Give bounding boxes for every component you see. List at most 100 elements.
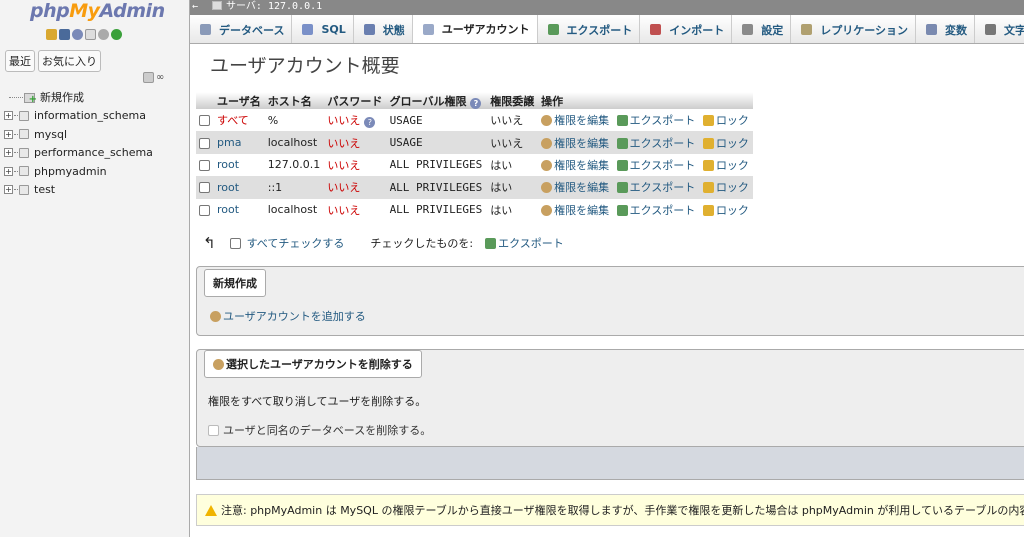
expand-icon[interactable]: + (4, 111, 13, 121)
with-selected-export-link[interactable]: エクスポート (498, 235, 564, 251)
tree-db-item[interactable]: + test (4, 181, 153, 200)
expand-icon[interactable]: + (4, 166, 13, 176)
user-name[interactable]: root (217, 203, 239, 216)
check-all-checkbox[interactable] (229, 237, 241, 249)
check-all-link[interactable]: すべてチェックする (247, 235, 345, 251)
server-breadcrumb: ← サーバ: 127.0.0.1 (190, 0, 1024, 15)
tree-db-item[interactable]: + phpmyadmin (4, 162, 153, 181)
lock-link[interactable]: ロック (716, 137, 749, 150)
row-checkbox[interactable] (199, 159, 210, 171)
database-icon (19, 184, 29, 195)
edit-privileges-link[interactable]: 権限を編集 (554, 181, 609, 194)
drop-db-label[interactable]: ユーザと同名のデータベースを削除する。 (223, 422, 431, 438)
logo-php: php (30, 0, 70, 22)
help-icon[interactable]: ? (470, 97, 482, 109)
user-name[interactable]: pma (217, 136, 241, 149)
delete-description: 権限をすべて取り消してユーザを削除する。 (208, 395, 427, 408)
host-cell: 127.0.0.1 (264, 153, 325, 177)
export-link[interactable]: エクスポート (630, 159, 696, 172)
favorites-button[interactable]: お気に入り (38, 50, 101, 72)
export-icon (616, 182, 628, 194)
tab-replication[interactable]: レプリケーション (791, 15, 916, 43)
tree-db-label: performance_schema (34, 146, 153, 160)
lock-link[interactable]: ロック (716, 181, 749, 194)
server-label[interactable]: サーバ: 127.0.0.1 (226, 1, 322, 12)
user-name[interactable]: root (217, 158, 239, 171)
tab-database[interactable]: データベース (190, 15, 293, 43)
header-grant: 権限委譲 (487, 92, 539, 109)
table-header-row: ユーザ名 ホスト名 パスワード グローバル権限? 権限委譲 操作 (196, 92, 753, 109)
password-value: いいえ (327, 158, 361, 172)
tree-connector (14, 152, 18, 154)
row-checkbox-cell (196, 198, 214, 221)
export-icon (616, 159, 628, 171)
lock-link[interactable]: ロック (716, 204, 749, 217)
tab-users[interactable]: ユーザアカウント (412, 15, 538, 43)
lock-icon (702, 204, 714, 216)
tree-db-item[interactable]: + mysql (4, 125, 153, 144)
notice-box: 注意: phpMyAdmin は MySQL の権限テーブルから直接ユーザ権限を… (196, 494, 1024, 526)
help-icon[interactable] (72, 29, 83, 40)
drop-db-checkbox[interactable] (208, 424, 219, 436)
export-icon (485, 237, 497, 249)
database-icon (19, 147, 29, 158)
tree-db-item[interactable]: + performance_schema (4, 144, 153, 163)
phpmyadmin-logo[interactable]: phpMyAdmin (30, 0, 165, 22)
lock-link[interactable]: ロック (716, 114, 749, 127)
header-global-privileges: グローバル権限? (386, 92, 488, 109)
collapse-all-icon[interactable] (143, 72, 154, 83)
tab-variables[interactable]: 変数 (916, 15, 975, 43)
host-cell: ::1 (264, 176, 325, 199)
user-name[interactable]: root (217, 181, 239, 194)
help-icon[interactable]: ? (364, 117, 376, 129)
tab-sql[interactable]: SQL (292, 15, 354, 43)
add-user-icon (210, 311, 221, 322)
link-with-main-icon[interactable]: ∞ (156, 72, 167, 83)
edit-privileges-link[interactable]: 権限を編集 (554, 204, 609, 217)
settings-icon[interactable] (98, 29, 109, 40)
edit-privileges-cell: 権限を編集 (538, 153, 614, 177)
edit-privileges-link[interactable]: 権限を編集 (554, 137, 609, 150)
export-link[interactable]: エクスポート (630, 114, 696, 127)
new-user-fieldset: 新規作成 ユーザアカウントを追加する (196, 266, 1024, 336)
back-arrow-icon[interactable]: ← (192, 0, 204, 14)
reload-icon[interactable] (111, 29, 122, 40)
table-row: root 127.0.0.1 いいえ ALL PRIVILEGES はい 権限を編集 エクス… (196, 153, 753, 177)
recent-button[interactable]: 最近 (5, 50, 35, 72)
export-link[interactable]: エクスポート (630, 137, 696, 150)
lock-cell: ロック (699, 131, 753, 154)
home-icon[interactable] (46, 29, 57, 40)
tab-label: 文字セ (1003, 23, 1024, 37)
tab-export[interactable]: エクスポート (538, 15, 641, 43)
docs-icon[interactable] (85, 29, 96, 40)
row-checkbox[interactable] (199, 182, 210, 194)
edit-privileges-link[interactable]: 権限を編集 (554, 114, 609, 127)
row-checkbox[interactable] (199, 137, 210, 149)
tab-charset[interactable]: 文字セ (975, 15, 1024, 43)
expand-icon[interactable]: + (4, 148, 13, 158)
row-checkbox[interactable] (199, 115, 210, 127)
expand-icon[interactable]: + (4, 185, 13, 195)
expand-icon[interactable]: + (4, 129, 13, 139)
tree-new[interactable]: 新規作成 (4, 88, 153, 107)
password-value: いいえ (327, 181, 361, 195)
delete-users-fieldset: 選択したユーザアカウントを削除する 権限をすべて取り消してユーザを削除する。 ユ… (196, 349, 1024, 447)
header-user: ユーザ名 (214, 92, 265, 109)
row-checkbox[interactable] (199, 204, 210, 216)
export-link[interactable]: エクスポート (630, 204, 696, 217)
lock-link[interactable]: ロック (716, 159, 749, 172)
arrow-up-icon: ↰ (203, 234, 216, 252)
add-user-link[interactable]: ユーザアカウントを追加する (223, 310, 366, 323)
tab-status[interactable]: 状態 (354, 15, 413, 43)
logout-icon[interactable] (59, 29, 70, 40)
tree-db-item[interactable]: + information_schema (4, 107, 153, 126)
user-rows: すべて% いいえ? USAGE いいえ 権限を編集 エクスポート ロック pma localho… (196, 109, 753, 221)
drop-db-option[interactable]: ユーザと同名のデータベースを削除する。 (208, 422, 431, 438)
table-row: root localhost いいえ ALL PRIVILEGES はい 権限を編集 エクス… (196, 198, 753, 221)
tab-wrench[interactable]: 設定 (732, 15, 792, 43)
edit-privileges-link[interactable]: 権限を編集 (554, 159, 609, 172)
export-link[interactable]: エクスポート (630, 181, 696, 194)
tree-db-label: mysql (34, 127, 67, 141)
tab-import[interactable]: インポート (640, 15, 733, 43)
users-icon (422, 23, 434, 35)
